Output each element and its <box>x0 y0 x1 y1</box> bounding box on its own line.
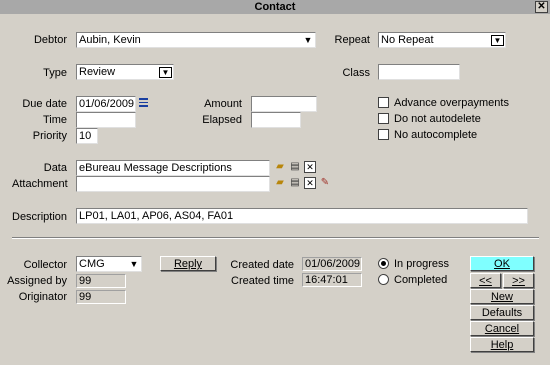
debtor-label: Debtor <box>33 34 67 46</box>
cancel-button-label: Cancel <box>484 323 520 335</box>
delete-icon[interactable]: ✕ <box>304 177 316 189</box>
collector-dropdown-icon[interactable]: ▼ <box>128 259 140 269</box>
delete-icon[interactable]: ✕ <box>304 161 316 173</box>
in-progress-label: In progress <box>394 258 450 270</box>
previous-button[interactable]: << <box>470 273 501 288</box>
ok-button-label: OK <box>494 258 510 270</box>
assigned-by-value: 99 <box>76 274 126 288</box>
ok-button[interactable]: OK <box>470 256 534 271</box>
section-divider <box>12 237 539 239</box>
type-label: Type <box>43 67 67 79</box>
in-progress-radio[interactable] <box>378 258 389 269</box>
created-time-label: Created time <box>231 275 294 287</box>
due-date-input[interactable]: 01/06/2009 <box>76 96 136 112</box>
attachment-input[interactable] <box>76 176 270 192</box>
repeat-label: Repeat <box>334 34 370 46</box>
close-button[interactable]: ✕ <box>535 1 548 13</box>
priority-input[interactable]: 10 <box>76 128 98 144</box>
elapsed-input[interactable] <box>251 112 301 128</box>
debtor-dropdown-icon[interactable]: ▼ <box>302 35 314 45</box>
collector-value: CMG <box>79 258 105 270</box>
type-dropdown-icon[interactable]: ▼ <box>159 67 172 78</box>
time-input[interactable] <box>76 112 136 128</box>
originator-value: 99 <box>76 290 126 304</box>
help-button-label: Help <box>490 339 514 351</box>
priority-label: Priority <box>32 130 67 142</box>
window-title: Contact <box>254 1 296 13</box>
created-time-value: 16:47:01 <box>302 273 362 287</box>
completed-label: Completed <box>394 274 448 286</box>
completed-radio[interactable] <box>378 274 389 285</box>
collector-label: Collector <box>23 259 67 271</box>
no-autocomplete-label: No autocomplete <box>394 129 478 141</box>
debtor-value: Aubin, Kevin <box>79 34 141 46</box>
do-not-autodelete-label: Do not autodelete <box>394 113 481 125</box>
attachment-label: Attachment <box>12 178 68 190</box>
open-folder-icon[interactable]: ▰ <box>274 177 286 189</box>
defaults-button-label: Defaults <box>481 307 523 319</box>
description-input[interactable]: LP01, LA01, AP06, AS04, FA01 <box>76 208 528 224</box>
open-folder-icon[interactable]: ▰ <box>274 161 286 173</box>
calendar-list-icon[interactable] <box>139 98 149 108</box>
new-button-label: New <box>490 291 513 303</box>
amount-label: Amount <box>204 98 242 110</box>
data-label: Data <box>43 162 67 174</box>
next-button[interactable]: >> <box>503 273 534 288</box>
repeat-select[interactable]: No Repeat <box>378 32 506 48</box>
due-date-label: Due date <box>22 98 67 110</box>
reply-button-label: Reply <box>173 258 203 270</box>
debtor-select[interactable]: Aubin, Kevin <box>76 32 316 48</box>
advance-overpayments-checkbox[interactable] <box>378 97 389 108</box>
assigned-by-label: Assigned by <box>7 275 67 287</box>
help-button[interactable]: Help <box>470 337 534 352</box>
next-button-label: >> <box>512 275 525 287</box>
repeat-dropdown-icon[interactable]: ▼ <box>491 35 504 46</box>
data-input[interactable]: eBureau Message Descriptions <box>76 160 270 176</box>
class-input[interactable] <box>378 64 460 80</box>
reply-button[interactable]: Reply <box>160 256 216 271</box>
print-icon[interactable]: ▤ <box>289 177 301 189</box>
attach-edit-icon[interactable]: ✎ <box>319 177 331 189</box>
elapsed-label: Elapsed <box>202 114 242 126</box>
class-label: Class <box>342 67 370 79</box>
new-button[interactable]: New <box>470 289 534 304</box>
repeat-value: No Repeat <box>381 34 434 46</box>
defaults-button[interactable]: Defaults <box>470 305 534 320</box>
originator-label: Originator <box>18 291 67 303</box>
type-value: Review <box>79 66 116 78</box>
previous-button-label: << <box>479 275 492 287</box>
description-label: Description <box>12 211 68 223</box>
cancel-button[interactable]: Cancel <box>470 321 534 336</box>
created-date-label: Created date <box>230 259 294 271</box>
do-not-autodelete-checkbox[interactable] <box>378 113 389 124</box>
print-icon[interactable]: ▤ <box>289 161 301 173</box>
amount-input[interactable] <box>251 96 317 112</box>
advance-overpayments-label: Advance overpayments <box>394 97 509 109</box>
created-date-value: 01/06/2009 <box>302 257 362 271</box>
no-autocomplete-checkbox[interactable] <box>378 129 389 140</box>
time-label: Time <box>42 114 67 126</box>
